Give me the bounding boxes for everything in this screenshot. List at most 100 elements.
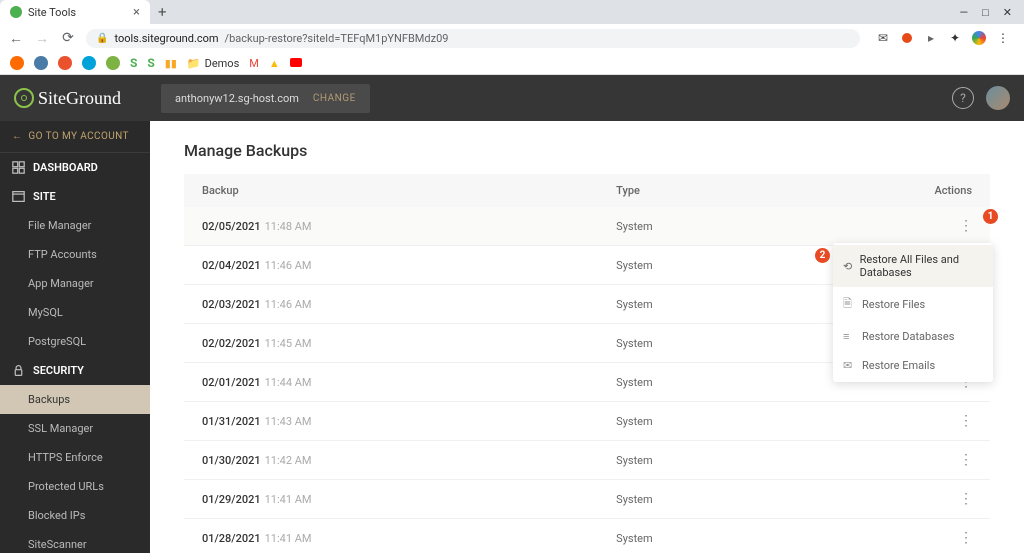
browser-tab[interactable]: Site Tools × (0, 0, 150, 24)
sidebar-item-https-enforce[interactable]: HTTPS Enforce (0, 443, 150, 472)
backup-date: 01/30/2021 (202, 454, 261, 467)
bookmark-icon[interactable] (290, 57, 302, 70)
sidebar-item-label: Backups (28, 393, 70, 406)
bookmark-icon[interactable] (10, 56, 24, 70)
type-cell: System (616, 532, 912, 545)
sidebar-item-protected-urls[interactable]: Protected URLs (0, 472, 150, 501)
backup-time: 11:44 AM (265, 376, 312, 389)
extension-icons: ✉ ▸ ✦ ⋮ (870, 31, 1016, 45)
bookmark-icon[interactable]: S (130, 56, 137, 70)
actions-cell: ⋮ (912, 453, 972, 467)
window-maximize-icon[interactable]: □ (982, 6, 989, 19)
sidebar-item-label: Protected URLs (28, 480, 104, 493)
sidebar-item-label: DASHBOARD (33, 161, 98, 174)
go-to-account-link[interactable]: ← GO TO MY ACCOUNT (0, 121, 150, 153)
sidebar-item-label: HTTPS Enforce (28, 451, 103, 464)
ext-icon[interactable]: ▸ (924, 31, 938, 45)
row-menu-icon[interactable]: ⋮ (959, 218, 972, 234)
col-backup: Backup (202, 184, 616, 197)
row-menu-icon[interactable]: ⋮ (959, 413, 972, 429)
backup-time: 11:43 AM (265, 415, 312, 428)
backup-cell: 02/05/202111:48 AM (202, 220, 616, 233)
tab-strip: Site Tools × + — □ ✕ (0, 0, 1024, 24)
menu-item-restore-emails[interactable]: ✉Restore Emails (833, 351, 993, 380)
new-tab-button[interactable]: + (150, 3, 175, 21)
bookmark-icon[interactable]: S (147, 56, 154, 70)
extensions-icon[interactable]: ✦ (948, 31, 962, 45)
menu-icon[interactable]: ⋮ (996, 31, 1010, 45)
backup-time: 11:46 AM (265, 259, 312, 272)
page-title: Manage Backups (184, 141, 990, 160)
forward-icon[interactable]: → (34, 30, 50, 47)
sidebar-item-blocked-ips[interactable]: Blocked IPs (0, 501, 150, 530)
tab-favicon (10, 6, 22, 18)
ext-icon[interactable] (900, 31, 914, 45)
tab-title: Site Tools (28, 6, 76, 19)
bookmark-icon[interactable]: M (249, 57, 259, 70)
row-actions-menu: ⟲Restore All Files and Databases🗎Restore… (833, 243, 993, 382)
window-controls: — □ ✕ (948, 6, 1024, 19)
sidebar-item-label: SiteScanner (28, 538, 87, 551)
menu-item-restore-databases[interactable]: ≡Restore Databases (833, 322, 993, 351)
row-menu-icon[interactable]: ⋮ (959, 452, 972, 468)
help-icon[interactable]: ? (952, 87, 974, 109)
type-cell: System (616, 454, 912, 467)
type-cell: System (616, 220, 912, 233)
restore-files-icon: 🗎 (843, 295, 855, 314)
backup-time: 11:41 AM (265, 532, 312, 545)
address-bar: ← → ⟳ 🔒 tools.siteground.com/backup-rest… (0, 24, 1024, 52)
actions-cell: ⋮ (912, 531, 972, 545)
row-menu-icon[interactable]: ⋮ (959, 491, 972, 507)
change-site-button[interactable]: CHANGE (313, 93, 356, 104)
sidebar-item-postgresql[interactable]: PostgreSQL (0, 327, 150, 356)
browser-chrome: Site Tools × + — □ ✕ ← → ⟳ 🔒 tools.siteg… (0, 0, 1024, 75)
reload-icon[interactable]: ⟳ (60, 30, 76, 46)
site-selector[interactable]: anthonyw12.sg-host.com CHANGE (161, 84, 370, 113)
sidebar-item-file-manager[interactable]: File Manager (0, 211, 150, 240)
back-icon[interactable]: ← (8, 30, 24, 47)
bookmark-icon[interactable]: ▲ (269, 57, 280, 70)
backup-cell: 01/28/202111:41 AM (202, 532, 616, 545)
sidebar-item-app-manager[interactable]: App Manager (0, 269, 150, 298)
actions-cell: ⋮ (912, 414, 972, 428)
sidebar-item-mysql[interactable]: MySQL (0, 298, 150, 327)
backup-cell: 01/31/2021 11:43 AM (202, 415, 616, 428)
brand-text: SiteGround (38, 88, 121, 109)
sidebar-item-sitescanner[interactable]: SiteScanner (0, 530, 150, 553)
window-close-icon[interactable]: ✕ (1003, 6, 1012, 19)
backup-time: 11:41 AM (265, 493, 312, 506)
sidebar-item-ftp-accounts[interactable]: FTP Accounts (0, 240, 150, 269)
profile-icon[interactable] (972, 31, 986, 45)
sidebar-item-site[interactable]: SITE (0, 182, 150, 211)
restore-emails-icon: ✉ (843, 359, 855, 372)
menu-item-restore-files[interactable]: 🗎Restore Files (833, 287, 993, 322)
main-content: Manage Backups Backup Type Actions 02/05… (150, 121, 1024, 553)
sidebar-item-label: Blocked IPs (28, 509, 85, 522)
logo[interactable]: SiteGround (14, 88, 121, 109)
sidebar-item-backups[interactable]: Backups (0, 385, 150, 414)
tab-close-icon[interactable]: × (133, 5, 140, 20)
menu-item-restore-all[interactable]: ⟲Restore All Files and Databases (833, 245, 993, 287)
ext-icon[interactable]: ✉ (876, 31, 890, 45)
backup-date: 01/31/2021 (202, 415, 261, 428)
backup-cell: 01/29/202111:41 AM (202, 493, 616, 506)
sidebar-item-ssl-manager[interactable]: SSL Manager (0, 414, 150, 443)
sidebar-item-security[interactable]: SECURITY (0, 356, 150, 385)
bookmark-icon[interactable] (58, 56, 72, 70)
bookmark-icon[interactable] (106, 56, 120, 70)
sidebar: ← GO TO MY ACCOUNT DASHBOARD SITEFile Man… (0, 121, 150, 553)
window-minimize-icon[interactable]: — (960, 6, 969, 19)
row-menu-icon[interactable]: ⋮ (959, 530, 972, 546)
site-host: anthonyw12.sg-host.com (175, 92, 299, 105)
user-avatar[interactable] (986, 86, 1010, 110)
table-row: 01/30/202111:42 AMSystem ⋮ (184, 441, 990, 480)
sidebar-item-dashboard[interactable]: DASHBOARD (0, 153, 150, 182)
bookmark-icon[interactable]: ▮▮ (165, 57, 177, 70)
bookmark-folder[interactable]: 📁 Demos (187, 57, 239, 70)
url-field[interactable]: 🔒 tools.siteground.com/backup-restore?si… (86, 29, 860, 48)
backup-cell: 01/30/202111:42 AM (202, 454, 616, 467)
bookmark-icon[interactable] (34, 56, 48, 70)
backup-date: 02/01/2021 (202, 376, 261, 389)
bookmark-icon[interactable] (82, 56, 96, 70)
restore-all-icon: ⟲ (843, 260, 853, 273)
